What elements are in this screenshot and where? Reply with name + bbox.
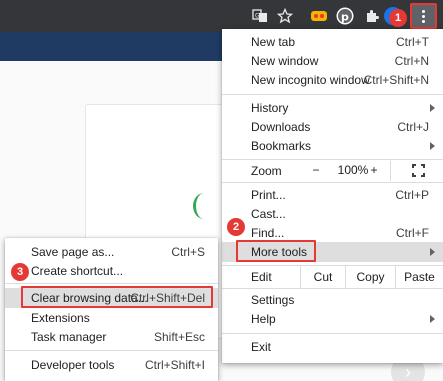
submenu-arrow-icon xyxy=(430,315,435,323)
menu-item-downloads[interactable]: Downloads Ctrl+J xyxy=(222,117,443,137)
chevron-right-icon: › xyxy=(405,361,411,381)
menu-item-label: Edit xyxy=(251,270,272,284)
paste-button[interactable]: Paste xyxy=(395,266,443,288)
menu-item-create-shortcut[interactable]: Create shortcut... xyxy=(5,261,218,281)
menu-item-label: Zoom xyxy=(251,164,282,178)
pinterest-icon[interactable]: p xyxy=(335,6,355,26)
menu-item-settings[interactable]: Settings xyxy=(222,290,443,310)
zoom-out-button[interactable]: − xyxy=(311,163,321,177)
menu-item-label: New incognito window xyxy=(251,73,370,87)
menu-item-find[interactable]: Find... Ctrl+F xyxy=(222,223,443,243)
menu-item-extensions[interactable]: Extensions xyxy=(5,308,218,328)
browser-window: G p › New tab Ctrl+T New window Ctrl+N N… xyxy=(0,0,443,381)
menu-item-history[interactable]: History xyxy=(222,98,443,118)
menu-item-help[interactable]: Help xyxy=(222,309,443,329)
menu-item-label: Find... xyxy=(251,226,285,240)
menu-item-label: Downloads xyxy=(251,120,311,134)
shortcut-label: Ctrl+N xyxy=(394,54,429,68)
shortcut-label: Ctrl+P xyxy=(395,188,429,202)
step-badge-1: 1 xyxy=(389,9,407,27)
translate-icon[interactable]: G xyxy=(250,6,270,26)
submenu-arrow-icon xyxy=(430,248,435,256)
menu-item-label: Settings xyxy=(251,293,295,307)
extension-wizard-icon[interactable] xyxy=(309,6,329,26)
copy-button[interactable]: Copy xyxy=(345,266,395,288)
menu-item-label: Exit xyxy=(251,340,272,354)
menu-divider xyxy=(390,161,391,181)
menu-item-new-window[interactable]: New window Ctrl+N xyxy=(222,51,443,71)
puzzle-icon[interactable] xyxy=(362,6,382,26)
menu-item-task-manager[interactable]: Task manager Shift+Esc xyxy=(5,327,218,347)
shortcut-label: Ctrl+T xyxy=(396,35,429,49)
browser-toolbar: G p xyxy=(0,0,443,32)
zoom-in-button[interactable]: + xyxy=(369,163,379,177)
menu-divider xyxy=(222,159,443,160)
menu-item-more-tools[interactable]: More tools xyxy=(222,242,443,262)
menu-item-label: Task manager xyxy=(31,330,107,344)
loading-spinner xyxy=(193,193,215,219)
menu-item-label: New window xyxy=(251,54,319,68)
svg-text:p: p xyxy=(341,11,349,24)
shortcut-label: Ctrl+S xyxy=(171,245,205,259)
cut-button[interactable]: Cut xyxy=(300,266,345,288)
svg-text:G: G xyxy=(255,13,260,20)
menu-divider xyxy=(222,288,443,289)
shortcut-label: Ctrl+Shift+Del xyxy=(130,291,205,305)
step-badge-2: 2 xyxy=(227,218,245,236)
submenu-arrow-icon xyxy=(430,104,435,112)
zoom-level: 100% xyxy=(337,163,369,177)
shortcut-label: Shift+Esc xyxy=(153,330,205,344)
menu-divider xyxy=(222,182,443,183)
menu-item-print[interactable]: Print... Ctrl+P xyxy=(222,185,443,205)
menu-item-label: Save page as... xyxy=(31,245,115,259)
menu-item-label: Extensions xyxy=(31,311,90,325)
menu-item-bookmarks[interactable]: Bookmarks xyxy=(222,136,443,156)
menu-item-edit: Edit Cut Copy Paste xyxy=(222,266,443,288)
menu-item-label: Create shortcut... xyxy=(31,264,124,278)
menu-item-label: Bookmarks xyxy=(251,139,312,153)
shortcut-label: Ctrl+F xyxy=(396,226,429,240)
menu-item-label: Print... xyxy=(251,188,286,202)
menu-item-label: Cast... xyxy=(251,207,286,221)
menu-item-label: New tab xyxy=(251,35,296,49)
star-icon[interactable] xyxy=(275,6,295,26)
menu-item-developer-tools[interactable]: Developer tools Ctrl+Shift+I xyxy=(5,355,218,375)
shortcut-label: Ctrl+Shift+N xyxy=(363,73,429,87)
menu-item-new-tab[interactable]: New tab Ctrl+T xyxy=(222,32,443,52)
menu-item-label: History xyxy=(251,101,289,115)
shortcut-label: Ctrl+Shift+I xyxy=(144,358,205,372)
more-tools-submenu: Save page as... Ctrl+S Create shortcut..… xyxy=(5,238,218,381)
more-menu-icon[interactable] xyxy=(410,3,437,29)
fullscreen-icon[interactable] xyxy=(412,164,425,177)
menu-item-exit[interactable]: Exit xyxy=(222,337,443,357)
menu-item-zoom: Zoom − 100% + xyxy=(222,161,443,181)
submenu-arrow-icon xyxy=(430,142,435,150)
menu-item-label: More tools xyxy=(251,245,308,259)
menu-divider xyxy=(222,94,443,95)
step-badge-3: 3 xyxy=(11,263,29,281)
menu-item-label: Developer tools xyxy=(31,358,115,372)
chrome-main-menu: New tab Ctrl+T New window Ctrl+N New inc… xyxy=(222,29,443,363)
menu-divider xyxy=(5,283,218,284)
shortcut-label: Ctrl+J xyxy=(397,120,429,134)
menu-item-label: Help xyxy=(251,312,276,326)
menu-item-new-incognito[interactable]: New incognito window Ctrl+Shift+N xyxy=(222,70,443,90)
menu-item-cast[interactable]: Cast... xyxy=(222,204,443,224)
menu-item-save-page[interactable]: Save page as... Ctrl+S xyxy=(5,242,218,262)
menu-divider xyxy=(5,350,218,351)
menu-item-clear-browsing-data[interactable]: Clear browsing data... Ctrl+Shift+Del xyxy=(5,288,218,308)
menu-divider xyxy=(222,333,443,334)
